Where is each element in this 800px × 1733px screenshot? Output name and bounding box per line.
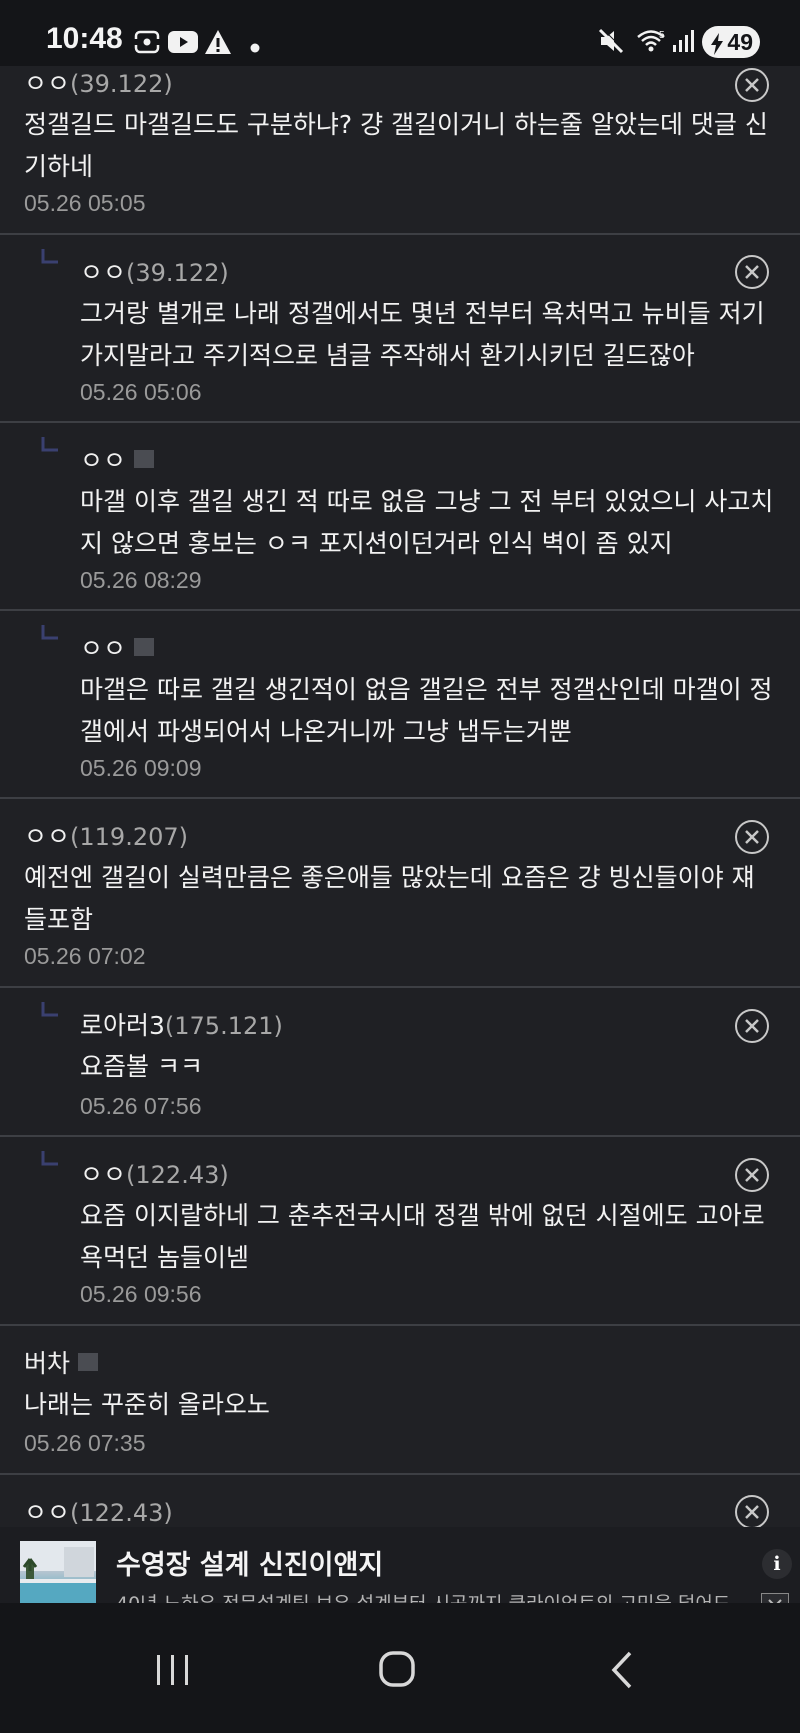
battery-indicator: 49 [702,26,760,58]
member-badge-icon [134,638,155,656]
charging-icon [710,31,724,63]
comment-author[interactable]: 로아러3(175.121) [80,1006,283,1042]
recent-apps-icon [157,1655,188,1685]
author-ip: (39.122) [126,259,229,287]
home-button[interactable] [357,1637,437,1707]
comment-text: 요즘 이지랄하네 그 춘추전국시대 정갤 밖에 없던 시절에도 고아로 욕먹던 … [80,1201,765,1272]
comment-date: 05.26 07:02 [24,943,146,969]
screen: 10:48 5 49 ㅇㅇ(39.122) 정갤길드 마갤길드도 구분하냐? 걍… [0,0,800,1733]
author-ip: (39.122) [70,70,173,98]
wifi-icon: 5 [636,28,668,58]
author-name: ㅇㅇ [24,69,71,98]
reply-item: ㅇㅇ(122.43) 요즘 이지랄하네 그 춘추전국시대 정갤 밖에 없던 시절… [0,1137,800,1326]
ad-banner[interactable]: 수영장 설계 신진이앤지 40년 노하우 전문설계팀 보유 설계부터 시공까지 … [0,1527,800,1619]
back-icon [611,1651,632,1689]
warning-icon [204,29,232,59]
comment-author[interactable]: ㅇㅇ(39.122) [24,64,173,100]
delete-comment-button[interactable] [735,255,769,289]
comment-author[interactable]: ㅇㅇ [80,629,155,665]
member-badge-icon [134,450,155,468]
notification-dot-icon [250,38,260,57]
comment-text: 마갤은 따로 갤길 생긴적이 없음 갤길은 전부 정갤산인데 마갤이 정 갤에서… [80,675,773,746]
comment-date: 05.26 09:56 [80,1281,202,1307]
status-time: 10:48 [46,22,123,55]
reply-arrow-icon [40,625,60,647]
home-icon [379,1651,415,1687]
comment-author[interactable]: ㅇㅇ(39.122) [80,253,229,289]
ad-info-icon[interactable]: i [762,1549,792,1579]
comment-author[interactable]: ㅇㅇ(119.207) [24,817,188,853]
youtube-icon [168,30,198,58]
comment-date: 05.26 05:06 [80,379,202,405]
screen-recorder-icon [134,30,160,58]
author-name: ㅇㅇ [80,258,127,287]
reply-item: ㅇㅇ 마갤 이후 갤길 생긴 적 따로 없음 그냥 그 전 부터 있었으니 사고… [0,423,800,611]
comment-date: 05.26 05:05 [24,190,146,216]
comment-date: 05.26 09:09 [80,755,202,781]
comment-author[interactable]: 버차 [24,1344,99,1380]
comment-date: 05.26 07:56 [80,1093,202,1119]
comment-text: 그거랑 별개로 나래 정갤에서도 몇년 전부터 욕처먹고 뉴비들 저기 가지말라… [80,299,765,370]
delete-comment-button[interactable] [735,1495,769,1529]
author-name: ㅇㅇ [24,1498,71,1527]
comment-date: 05.26 08:29 [80,567,202,593]
author-name: ㅇㅇ [80,446,127,475]
comment-text: 요즘볼 ㅋㅋ [80,1052,203,1081]
comment-date: 05.26 07:35 [24,1430,146,1456]
comment-item: ㅇㅇ(39.122) 정갤길드 마갤길드도 구분하냐? 걍 갤길이거니 하는줄 … [0,64,800,235]
comment-text: 마갤 이후 갤길 생긴 적 따로 없음 그냥 그 전 부터 있었으니 사고치 지… [80,487,774,558]
comment-author[interactable]: ㅇㅇ(122.43) [80,1155,229,1191]
reply-arrow-icon [40,1151,60,1173]
comment-text: 나래는 꾸준히 올라오노 [24,1390,270,1419]
member-badge-icon [78,1353,99,1371]
comment-author[interactable]: ㅇㅇ [80,441,155,477]
reply-arrow-icon [40,1002,60,1024]
reply-item: ㅇㅇ 마갤은 따로 갤길 생긴적이 없음 갤길은 전부 정갤산인데 마갤이 정 … [0,611,800,799]
delete-comment-button[interactable] [735,68,769,102]
author-ip: (175.121) [164,1012,283,1040]
svg-text:5: 5 [659,30,665,41]
battery-level: 49 [727,29,753,55]
comment-item: ㅇㅇ(119.207) 예전엔 갤길이 실력만큼은 좋은애들 많았는데 요즘은 … [0,799,800,988]
author-name: 버차 [24,1349,71,1378]
comment-text: 정갤길드 마갤길드도 구분하냐? 걍 갤길이거니 하는줄 알았는데 댓글 신 기… [24,110,768,181]
delete-comment-button[interactable] [735,1009,769,1043]
recent-apps-button[interactable] [133,1637,213,1707]
reply-arrow-icon [40,249,60,271]
delete-comment-button[interactable] [735,1158,769,1192]
author-name: ㅇㅇ [80,634,127,663]
author-name: 로아러3 [80,1011,165,1040]
author-name: ㅇㅇ [80,1160,127,1189]
author-name: ㅇㅇ [24,822,71,851]
comment-item: ㅇㅇ(122.43) [0,1475,800,1535]
navigation-bar [0,1603,800,1733]
author-ip: (119.207) [70,823,188,851]
ad-title[interactable]: 수영장 설계 신진이앤지 [116,1543,383,1582]
comment-author[interactable]: ㅇㅇ(122.43) [24,1493,173,1529]
author-ip: (122.43) [126,1161,229,1189]
author-ip: (122.43) [70,1499,173,1527]
reply-arrow-icon [40,437,60,459]
signal-icon [672,28,696,58]
mute-icon [598,27,626,58]
comment-text: 예전엔 갤길이 실력만큼은 좋은애들 많았는데 요즘은 걍 빙신들이야 쟤 들포… [24,863,755,934]
reply-item: ㅇㅇ(39.122) 그거랑 별개로 나래 정갤에서도 몇년 전부터 욕처먹고 … [0,235,800,423]
status-bar: 10:48 5 49 [0,0,800,66]
comment-item: 버차 나래는 꾸준히 올라오노 05.26 07:35 [0,1326,800,1475]
back-button[interactable] [582,1637,662,1707]
delete-comment-button[interactable] [735,820,769,854]
reply-item: 로아러3(175.121) 요즘볼 ㅋㅋ 05.26 07:56 [0,988,800,1137]
